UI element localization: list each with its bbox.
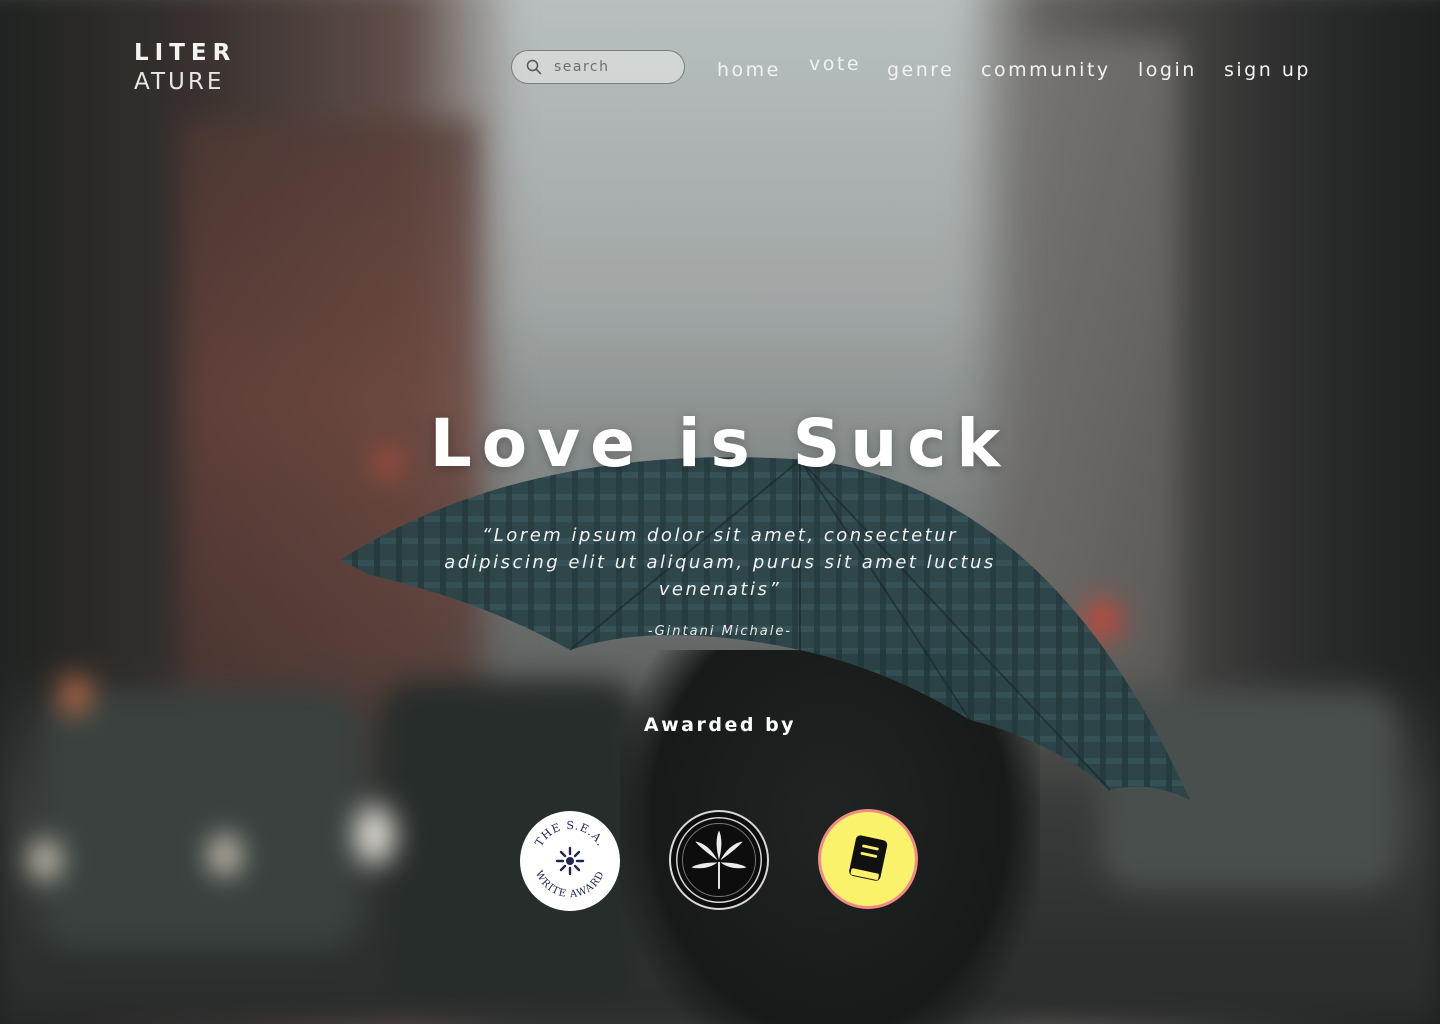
book-icon bbox=[849, 835, 888, 881]
nav-sign-up[interactable]: sign up bbox=[1224, 59, 1311, 81]
palm-award-badge[interactable] bbox=[669, 810, 769, 910]
nav-home[interactable]: home bbox=[717, 59, 781, 81]
nav-community[interactable]: community bbox=[981, 59, 1111, 81]
quote-author: -Gintani Michale- bbox=[647, 624, 793, 639]
search-input[interactable] bbox=[552, 58, 676, 76]
site-logo[interactable]: LITER ATURE bbox=[134, 42, 236, 94]
nav-login[interactable]: login bbox=[1138, 59, 1197, 81]
nav-vote[interactable]: vote bbox=[809, 53, 861, 75]
book-award-badge[interactable] bbox=[818, 809, 918, 909]
hero-quote: “Lorem ipsum dolor sit amet, consectetur… bbox=[444, 525, 996, 600]
sun-icon: THE S.E.A. WRITE AWARD bbox=[532, 819, 607, 900]
search-icon bbox=[526, 59, 542, 75]
logo-line-1: LITER bbox=[134, 40, 237, 66]
nav-genre[interactable]: genre bbox=[887, 59, 954, 81]
hero-title: Love is Suck bbox=[429, 405, 1011, 482]
search-box[interactable] bbox=[511, 50, 685, 84]
hero-section: LITER ATURE home vote genre community lo… bbox=[0, 0, 1440, 1024]
logo-line-2: ATURE bbox=[134, 69, 225, 95]
svg-text:THE S.E.A.: THE S.E.A. bbox=[532, 819, 607, 849]
palm-leaf-icon bbox=[676, 817, 762, 903]
awards-heading: Awarded by bbox=[643, 714, 797, 736]
badge-text-top: THE S.E.A. bbox=[532, 819, 606, 849]
sea-write-award-badge[interactable]: THE S.E.A. WRITE AWARD bbox=[520, 811, 620, 911]
